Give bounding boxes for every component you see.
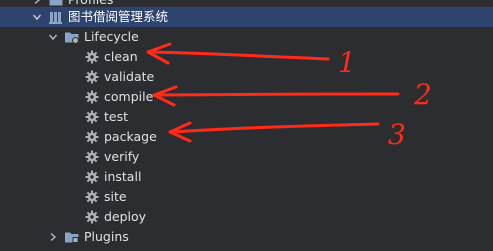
lifecycle-folder-icon <box>64 29 80 45</box>
plugins-folder-icon <box>64 229 80 245</box>
lifecycle-label: Lifecycle <box>84 29 139 44</box>
goal-compile[interactable]: compile <box>0 87 493 107</box>
gear-icon <box>84 129 100 145</box>
chevron-right-icon[interactable] <box>30 0 44 7</box>
goal-test[interactable]: test <box>0 107 493 127</box>
goal-label: deploy <box>104 209 147 224</box>
goal-label: clean <box>104 49 138 64</box>
chevron-down-icon[interactable] <box>30 10 44 24</box>
gear-icon <box>84 149 100 165</box>
project-label: 图书借阅管理系统 <box>68 9 169 24</box>
gear-icon <box>84 69 100 85</box>
goal-install[interactable]: install <box>0 167 493 187</box>
goal-label: install <box>104 169 142 184</box>
goal-clean[interactable]: clean <box>0 47 493 67</box>
chevron-down-icon[interactable] <box>46 30 60 44</box>
gear-icon <box>84 89 100 105</box>
goal-verify[interactable]: verify <box>0 147 493 167</box>
goal-label: verify <box>104 149 140 164</box>
goal-site[interactable]: site <box>0 187 493 207</box>
tree-item-lifecycle[interactable]: Lifecycle <box>0 27 493 47</box>
goal-label: test <box>104 109 129 124</box>
gear-icon <box>84 109 100 125</box>
goal-label: validate <box>104 69 155 84</box>
maven-tool-window: Profiles 图书借阅管理系统 Lifecycl <box>0 0 493 251</box>
gear-icon <box>84 49 100 65</box>
goal-label: compile <box>104 89 154 104</box>
goal-package[interactable]: package <box>0 127 493 147</box>
maven-project-icon <box>48 9 64 25</box>
chevron-right-icon[interactable] <box>46 230 60 244</box>
gear-icon <box>84 169 100 185</box>
gear-icon <box>84 209 100 225</box>
goal-deploy[interactable]: deploy <box>0 207 493 227</box>
plugins-label: Plugins <box>84 229 129 244</box>
goal-validate[interactable]: validate <box>0 67 493 87</box>
tree-item-project[interactable]: 图书借阅管理系统 <box>0 7 493 27</box>
goal-label: package <box>104 129 157 144</box>
goal-label: site <box>104 189 127 204</box>
tree-item-plugins[interactable]: Plugins <box>0 227 493 247</box>
gear-icon <box>84 189 100 205</box>
